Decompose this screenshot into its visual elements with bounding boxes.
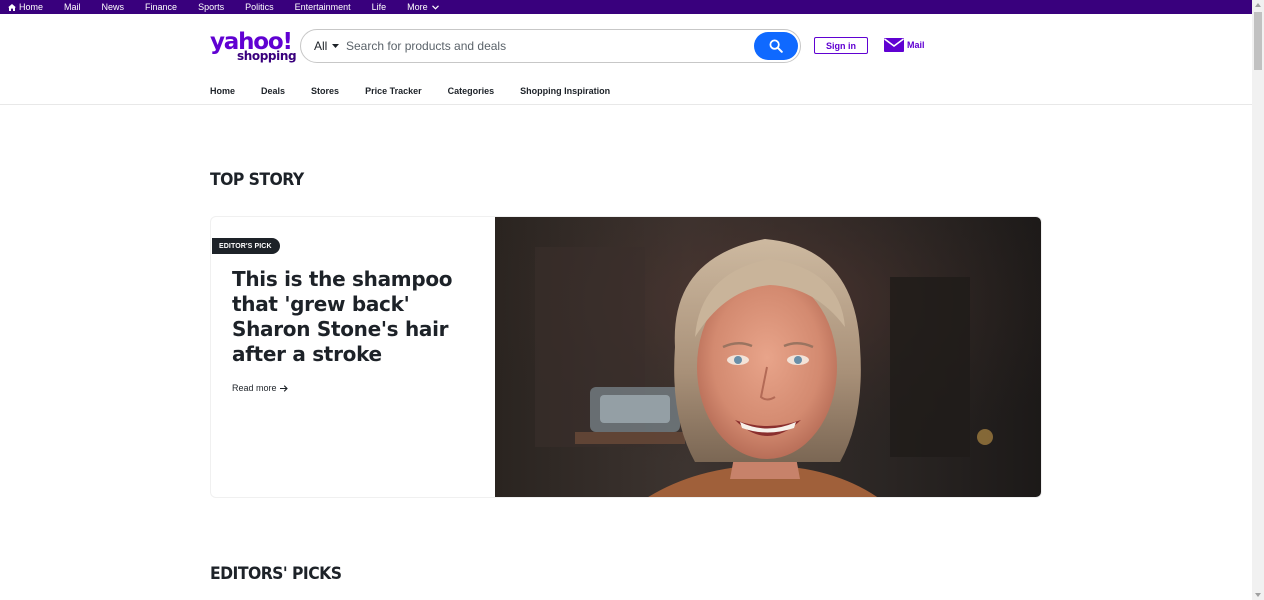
caret-down-icon	[332, 44, 340, 48]
nav-price-tracker[interactable]: Price Tracker	[365, 86, 422, 96]
yahoo-shopping-logo[interactable]: yahoo! shopping	[210, 30, 297, 64]
global-nav-home[interactable]: Home	[8, 0, 43, 14]
editors-pick-badge: EDITOR'S PICK	[212, 238, 280, 254]
global-nav-politics[interactable]: Politics	[245, 0, 274, 14]
search-input[interactable]	[346, 33, 746, 59]
scroll-down-arrow-icon[interactable]	[1255, 593, 1261, 597]
shopping-nav: Home Deals Stores Price Tracker Categori…	[210, 86, 636, 96]
home-icon	[8, 3, 16, 11]
global-nav-home-label: Home	[19, 2, 44, 12]
search-button[interactable]	[754, 32, 798, 60]
top-story-photo[interactable]	[495, 217, 1042, 498]
nav-deals[interactable]: Deals	[261, 86, 285, 96]
global-nav-entertainment[interactable]: Entertainment	[295, 0, 351, 14]
sign-in-button[interactable]: Sign in	[814, 37, 868, 54]
search-category-dropdown[interactable]: All	[314, 30, 340, 62]
nav-home[interactable]: Home	[210, 86, 235, 96]
global-nav-finance[interactable]: Finance	[145, 0, 177, 14]
logo-shopping-text: shopping	[237, 49, 297, 63]
global-nav-sports[interactable]: Sports	[198, 0, 224, 14]
read-more-link[interactable]: Read more	[232, 383, 288, 393]
global-nav-more-label: More	[407, 2, 428, 12]
chevron-down-icon	[431, 4, 439, 10]
arrow-right-icon	[279, 384, 288, 392]
global-nav-life[interactable]: Life	[372, 0, 387, 14]
nav-stores[interactable]: Stores	[311, 86, 339, 96]
scroll-up-arrow-icon[interactable]	[1255, 3, 1261, 7]
search-category-label: All	[314, 39, 328, 53]
page-scrollbar[interactable]	[1252, 0, 1264, 600]
mail-link[interactable]: Mail	[884, 38, 925, 52]
site-header: yahoo! shopping All Sign in Mail Home De…	[0, 14, 1252, 105]
mail-label: Mail	[907, 40, 925, 50]
global-nav-news[interactable]: News	[102, 0, 125, 14]
global-nav-bar: Home Mail News Finance Sports Politics E…	[0, 0, 1252, 14]
editors-picks-heading: EDITORS' PICKS	[210, 564, 342, 584]
global-nav-more[interactable]: More	[407, 0, 439, 14]
nav-categories[interactable]: Categories	[448, 86, 495, 96]
nav-shopping-inspiration[interactable]: Shopping Inspiration	[520, 86, 610, 96]
search-bar: All	[300, 29, 801, 63]
search-icon	[769, 39, 783, 53]
mail-icon	[884, 38, 904, 52]
scrollbar-thumb[interactable]	[1254, 12, 1262, 70]
top-story-headline[interactable]: This is the shampoo that 'grew back' Sha…	[232, 267, 472, 367]
top-story-heading: TOP STORY	[210, 170, 304, 190]
read-more-label: Read more	[232, 383, 277, 393]
global-nav-mail[interactable]: Mail	[64, 0, 81, 14]
top-story-card[interactable]: EDITOR'S PICK This is the shampoo that '…	[210, 216, 1042, 498]
